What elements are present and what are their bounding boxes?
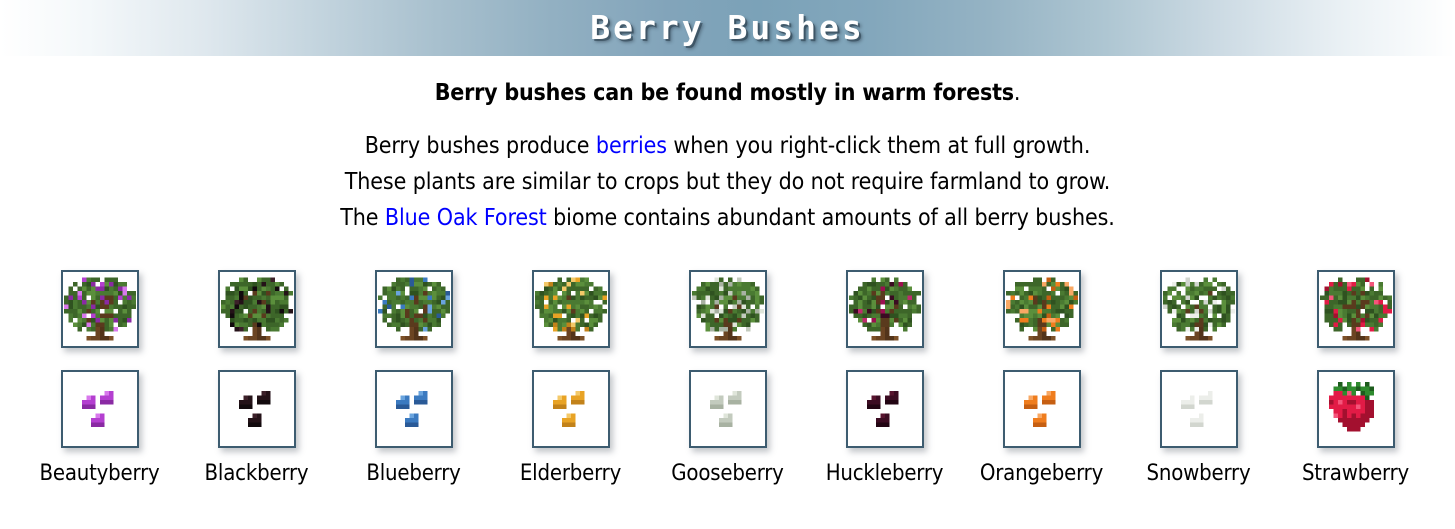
berry-label: Gooseberry [671, 461, 784, 487]
berry-entry[interactable]: Orangeberry [963, 270, 1120, 486]
intro-paragraph: Berry bushes produce berries when you ri… [0, 128, 1455, 236]
elderberry-item-sprite [534, 373, 607, 446]
berry-item-sprite-box[interactable] [688, 370, 767, 449]
intro-line-2: These plants are similar to crops but th… [0, 164, 1455, 200]
blueberry-bush-sprite [377, 273, 450, 346]
beautyberry-bush-sprite [63, 273, 136, 346]
berry-item-sprite-box[interactable] [1316, 370, 1395, 449]
orangeberry-bush-sprite [1005, 273, 1078, 346]
berry-entry[interactable]: Beautyberry [21, 270, 178, 486]
intro-line-1-after: when you right-click them at full growth… [666, 133, 1091, 160]
berries-link[interactable]: berries [596, 133, 667, 159]
blackberry-item-sprite [220, 373, 293, 446]
intro-line-3-before: The [340, 205, 385, 232]
intro-line-2-text: These plants are similar to crops but th… [344, 169, 1111, 196]
bush-sprite-box[interactable] [60, 270, 139, 349]
berry-entry[interactable]: Huckleberry [806, 270, 963, 486]
huckleberry-bush-sprite [848, 273, 921, 346]
berry-label: Beautyberry [39, 461, 160, 487]
huckleberry-item-sprite [848, 373, 921, 446]
berry-item-sprite-box[interactable] [60, 370, 139, 449]
berry-label: Huckleberry [825, 461, 944, 487]
strawberry-item-sprite [1319, 373, 1392, 446]
bush-sprite-box[interactable] [374, 270, 453, 349]
bush-sprite-box[interactable] [217, 270, 296, 349]
berry-entry[interactable]: Strawberry [1277, 270, 1434, 486]
orangeberry-item-sprite [1005, 373, 1078, 446]
berry-entry[interactable]: Blueberry [335, 270, 492, 486]
berry-label: Blackberry [204, 461, 309, 487]
berry-label: Blueberry [366, 461, 461, 487]
intro-line-3: The Blue Oak Forest biome contains abund… [0, 200, 1455, 236]
berry-label: Snowberry [1146, 461, 1251, 487]
intro-line-3-after: biome contains abundant amounts of all b… [546, 205, 1115, 232]
page-header-banner: Berry Bushes [0, 0, 1455, 56]
berry-item-sprite-box[interactable] [1002, 370, 1081, 449]
gooseberry-bush-sprite [691, 273, 764, 346]
berry-item-sprite-box[interactable] [845, 370, 924, 449]
bush-sprite-box[interactable] [688, 270, 767, 349]
blackberry-bush-sprite [220, 273, 293, 346]
intro-line-1: Berry bushes produce berries when you ri… [0, 128, 1455, 164]
berry-label: Strawberry [1301, 461, 1410, 487]
berry-item-sprite-box[interactable] [374, 370, 453, 449]
page-title: Berry Bushes [590, 7, 865, 47]
blue-oak-forest-link[interactable]: Blue Oak Forest [385, 205, 547, 231]
bush-sprite-box[interactable] [1316, 270, 1395, 349]
strawberry-bush-sprite [1319, 273, 1392, 346]
berry-entry[interactable]: Snowberry [1120, 270, 1277, 486]
berry-item-sprite-box[interactable] [531, 370, 610, 449]
intro-line-1-before: Berry bushes produce [364, 133, 596, 160]
snowberry-bush-sprite [1162, 273, 1235, 346]
berry-entry[interactable]: Blackberry [178, 270, 335, 486]
berry-label: Elderberry [519, 461, 622, 487]
beautyberry-item-sprite [63, 373, 136, 446]
blueberry-item-sprite [377, 373, 450, 446]
berry-entry[interactable]: Elderberry [492, 270, 649, 486]
bush-sprite-box[interactable] [1159, 270, 1238, 349]
snowberry-item-sprite [1162, 373, 1235, 446]
berry-item-sprite-box[interactable] [217, 370, 296, 449]
lead-statement-period: . [1013, 80, 1021, 106]
berry-entry[interactable]: Gooseberry [649, 270, 806, 486]
berry-item-sprite-box[interactable] [1159, 370, 1238, 449]
bush-sprite-box[interactable] [531, 270, 610, 349]
gooseberry-item-sprite [691, 373, 764, 446]
bush-sprite-box[interactable] [845, 270, 924, 349]
intro-section: Berry bushes can be found mostly in warm… [0, 80, 1455, 236]
bush-sprite-box[interactable] [1002, 270, 1081, 349]
lead-statement: Berry bushes can be found mostly in warm… [0, 80, 1455, 106]
berry-bush-gallery: Beautyberry Blackberry Blueberry Elderberry… [0, 270, 1455, 486]
berry-label: Orangeberry [979, 461, 1104, 487]
elderberry-bush-sprite [534, 273, 607, 346]
lead-statement-text: Berry bushes can be found mostly in warm… [434, 80, 1014, 106]
